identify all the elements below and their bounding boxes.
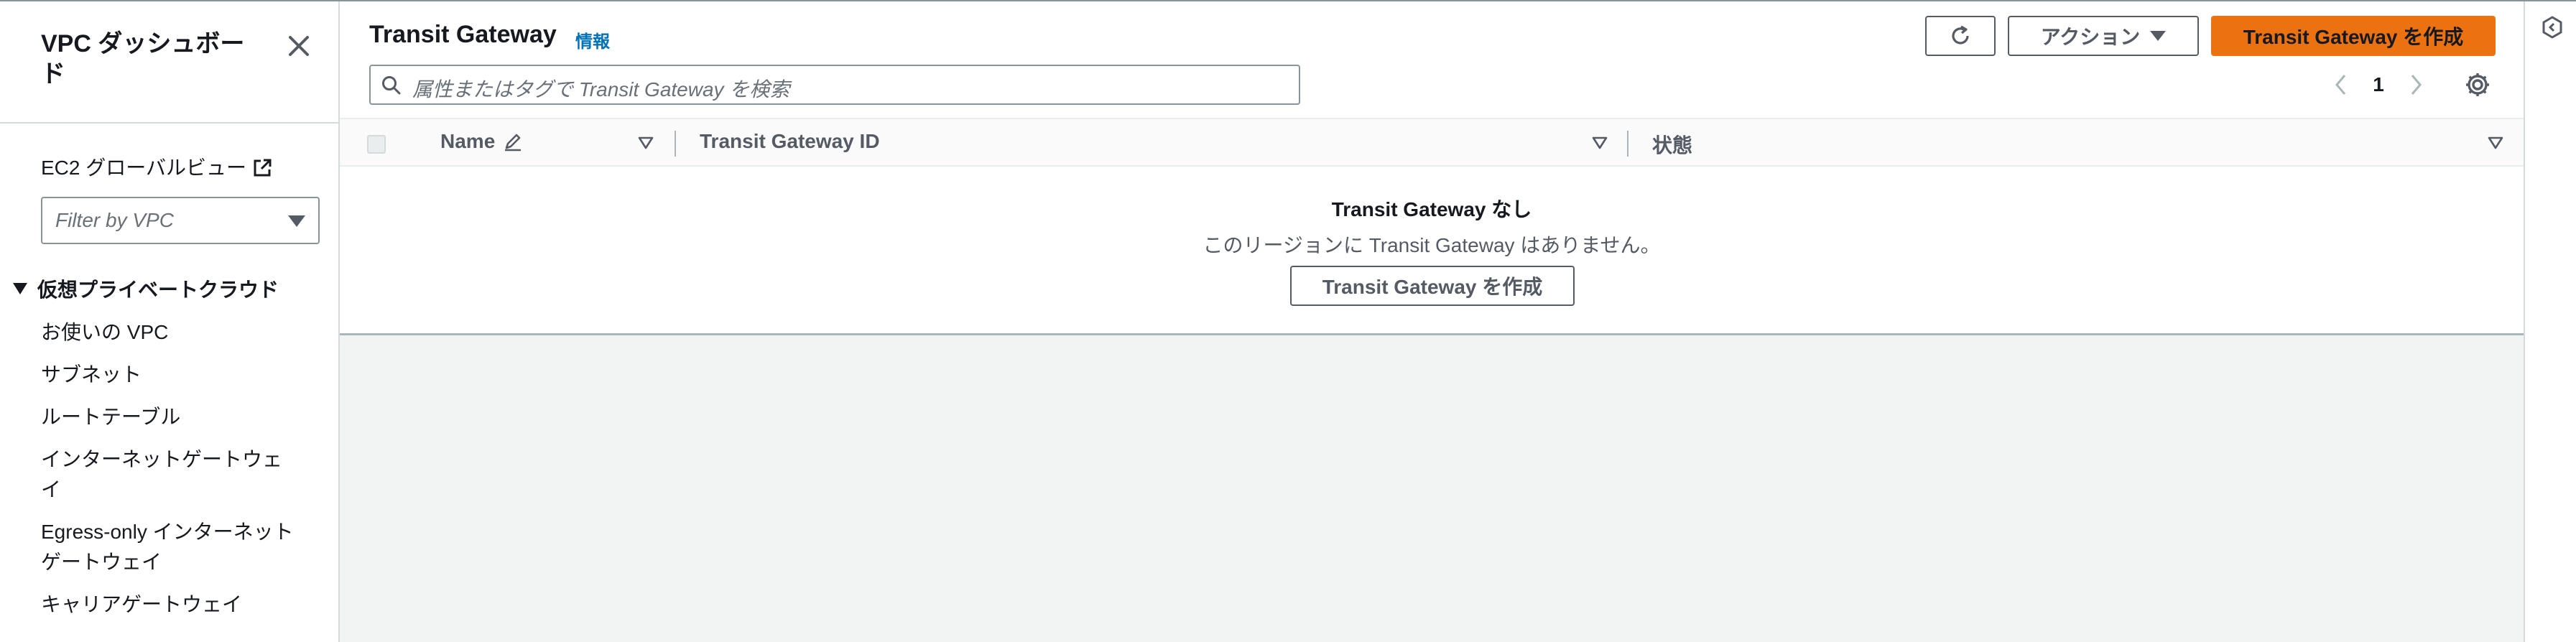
search-input[interactable]: 属性またはタグで Transit Gateway を検索 [369, 65, 1300, 105]
sidebar-nav-list: お使いの VPC サブネット ルートテーブル インターネットゲートウェイ Egr… [41, 317, 300, 620]
refresh-icon [1952, 25, 1969, 45]
sidebar-item-subnets[interactable]: サブネット [41, 360, 300, 390]
sidebar-item-egress-only-gateways[interactable]: Egress-only インターネットゲートウェイ [41, 517, 300, 577]
refresh-button[interactable] [1925, 16, 1996, 56]
external-link-icon [254, 159, 272, 177]
column-header-state[interactable]: 状態 [1652, 130, 1692, 159]
caret-down-icon [2150, 31, 2167, 41]
transit-gateway-panel: Transit Gateway 情報 アクション Transit Gateway… [340, 1, 2524, 335]
vpc-filter-select[interactable]: Filter by VPC [41, 197, 320, 244]
column-divider[interactable] [1627, 131, 1628, 157]
pagination: 1 [2325, 69, 2432, 101]
sidebar: VPC ダッシュボード EC2 グローバルビュー Filter by VPC 仮… [0, 1, 340, 642]
caret-down-icon [288, 215, 305, 227]
actions-dropdown-button[interactable]: アクション [2008, 16, 2199, 56]
sidebar-title: VPC ダッシュボード [41, 30, 245, 88]
column-header-transit-gateway-id[interactable]: Transit Gateway ID [700, 130, 880, 153]
sidebar-section-label: 仮想プライベートクラウド [37, 279, 279, 301]
table-header: Name Transit Gateway ID 状態 [340, 118, 2524, 167]
empty-state-create-button[interactable]: Transit Gateway を作成 [1290, 266, 1575, 306]
sort-icon[interactable] [2488, 135, 2503, 151]
sort-icon[interactable] [638, 135, 654, 151]
actions-label: アクション [2040, 26, 2141, 48]
vpc-filter-placeholder: Filter by VPC [55, 209, 174, 231]
previous-page-button[interactable] [2325, 69, 2357, 101]
column-header-label: Name [440, 130, 496, 152]
page-title: Transit Gateway [369, 21, 557, 48]
main-content: Transit Gateway 情報 アクション Transit Gateway… [340, 1, 2524, 642]
current-page-number[interactable]: 1 [2357, 73, 2400, 96]
create-transit-gateway-button[interactable]: Transit Gateway を作成 [2211, 16, 2496, 56]
next-page-button[interactable] [2400, 69, 2432, 101]
empty-state-title: Transit Gateway なし [1331, 198, 1532, 220]
column-divider[interactable] [675, 131, 676, 157]
chevron-left-icon [2335, 75, 2346, 95]
info-panel-icon[interactable] [2541, 16, 2564, 39]
select-all-checkbox[interactable] [367, 135, 386, 154]
right-tools-rail [2524, 1, 2576, 642]
gear-icon[interactable] [2463, 70, 2492, 99]
search-icon [382, 76, 401, 95]
sidebar-item-your-vpcs[interactable]: お使いの VPC [41, 317, 300, 348]
search-placeholder: 属性またはタグで Transit Gateway を検索 [412, 78, 790, 101]
edit-icon [505, 134, 522, 152]
chevron-right-icon [2411, 75, 2422, 95]
column-header-name[interactable]: Name [440, 130, 524, 153]
column-header-label: Transit Gateway ID [700, 130, 880, 152]
empty-state-description: このリージョンに Transit Gateway はありません。 [1203, 234, 1661, 256]
sidebar-item-carrier-gateways[interactable]: キャリアゲートウェイ [41, 590, 300, 620]
sidebar-header: VPC ダッシュボード [0, 1, 338, 124]
column-header-label: 状態 [1652, 134, 1693, 157]
ec2-global-view-link[interactable]: EC2 グローバルビュー [41, 155, 272, 181]
sidebar-item-route-tables[interactable]: ルートテーブル [41, 402, 300, 432]
sidebar-item-internet-gateways[interactable]: インターネットゲートウェイ [41, 445, 300, 505]
sort-icon[interactable] [1592, 135, 1608, 151]
sidebar-section-vpc[interactable]: 仮想プライベートクラウド [13, 274, 279, 303]
info-link[interactable]: 情報 [575, 27, 610, 52]
ec2-global-view-label: EC2 グローバルビュー [41, 157, 246, 179]
close-icon[interactable] [284, 32, 313, 60]
caret-down-icon [13, 283, 27, 294]
